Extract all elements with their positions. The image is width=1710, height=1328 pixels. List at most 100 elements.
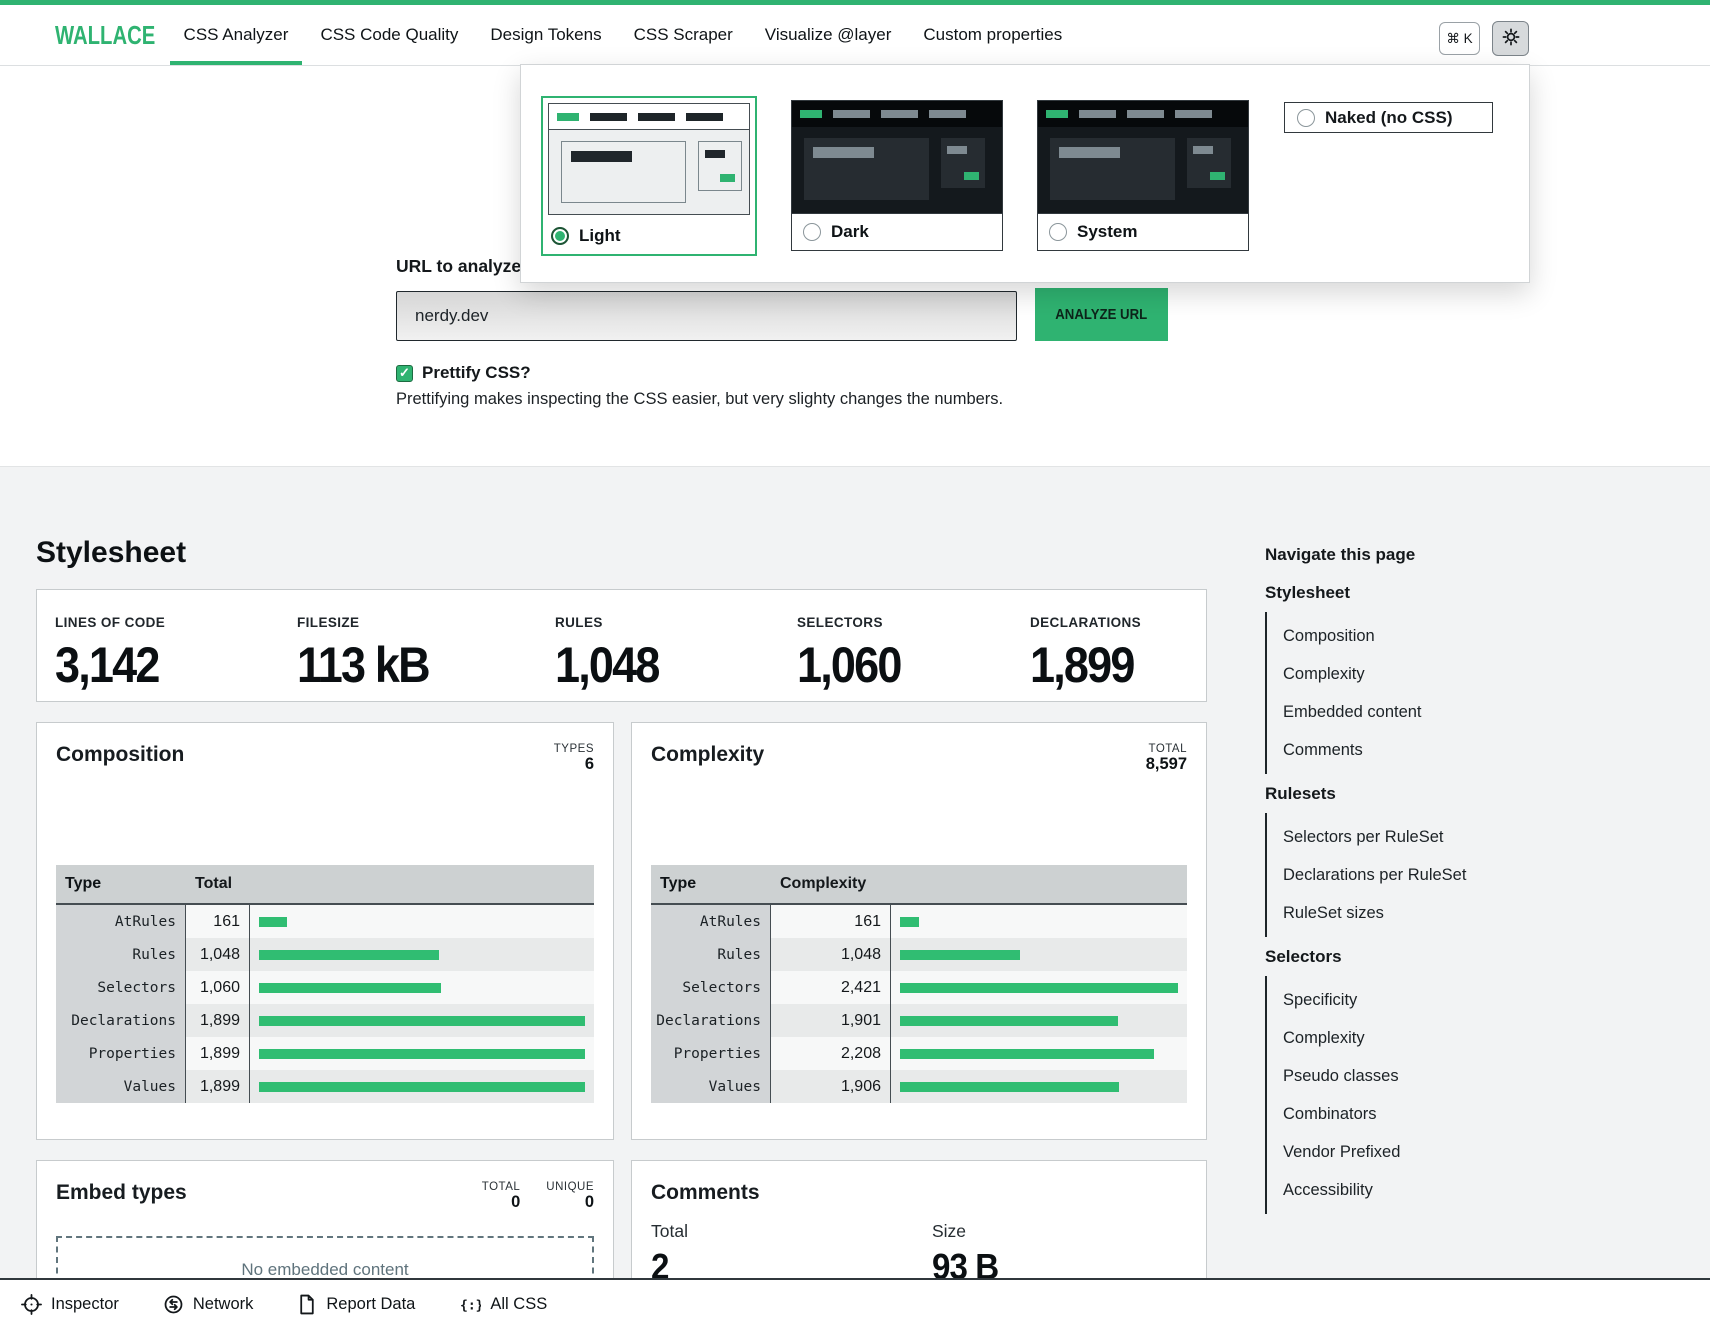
radio-naked-no-css[interactable] — [1297, 109, 1315, 127]
radio-light[interactable] — [551, 227, 569, 245]
stat-selectors: SELECTORS 1,060 — [797, 615, 912, 694]
toolbar-item-label: Report Data — [326, 1295, 415, 1314]
theme-option-label: Naked (no CSS) — [1325, 108, 1453, 128]
row-value: 1,899 — [186, 1070, 250, 1103]
topbar-actions: ⌘ K — [1439, 21, 1529, 56]
row-value: 1,048 — [771, 938, 891, 971]
page-nav-link-combinators[interactable]: Combinators — [1283, 1095, 1595, 1133]
theme-preview-light — [548, 103, 750, 215]
table-row-declarations: Declarations1,901 — [651, 1004, 1187, 1037]
url-input[interactable] — [396, 291, 1017, 341]
all-css-icon: {:} — [459, 1294, 481, 1315]
toolbar-item-report-data[interactable]: Report Data — [297, 1294, 415, 1315]
page-nav-link-accessibility[interactable]: Accessibility — [1283, 1171, 1595, 1209]
page-nav-link-declarations-per-ruleset[interactable]: Declarations per RuleSet — [1283, 856, 1595, 894]
value-bar — [259, 983, 441, 993]
page-nav-heading-rulesets: Rulesets — [1265, 784, 1595, 804]
value-bar — [259, 950, 439, 960]
stat-value: 1,048 — [555, 636, 659, 694]
page-nav-link-embedded-content[interactable]: Embedded content — [1283, 693, 1595, 731]
value-bar — [900, 950, 1020, 960]
toolbar-item-all-css[interactable]: {:} All CSS — [459, 1294, 547, 1315]
row-type: Rules — [56, 938, 186, 971]
page-nav-link-ruleset-sizes[interactable]: RuleSet sizes — [1283, 894, 1595, 932]
value-bar — [259, 1016, 585, 1026]
table-row-atrules: AtRules161 — [651, 905, 1187, 938]
nav-css-analyzer[interactable]: CSS Analyzer — [168, 5, 305, 65]
stat-value: 113 kB — [297, 636, 429, 694]
row-type: AtRules — [56, 905, 186, 938]
stat-value: 3,142 — [55, 636, 159, 694]
page-navigation: Navigate this page StylesheetComposition… — [1265, 545, 1595, 1222]
toolbar-item-inspector[interactable]: Inspector — [21, 1294, 119, 1315]
complexity-panel: Complexity TOTAL 8,597 TypeComplexityAtR… — [631, 722, 1207, 1140]
page-nav-list-stylesheet: CompositionComplexityEmbedded contentCom… — [1265, 612, 1595, 774]
table-header-row: TypeComplexity — [651, 865, 1187, 905]
stylesheet-stats: LINES OF CODE3,142FILESIZE113 kBRULES1,0… — [36, 589, 1207, 702]
value-bar — [900, 1016, 1118, 1026]
nav-visualize-layer[interactable]: Visualize @layer — [749, 5, 908, 65]
toolbar-item-label: All CSS — [490, 1295, 547, 1314]
theme-toggle-button[interactable] — [1492, 21, 1529, 56]
value-bar — [259, 917, 287, 927]
row-value: 2,208 — [771, 1037, 891, 1070]
wallace-logo[interactable]: WALLACE — [55, 5, 155, 65]
table-row-atrules: AtRules161 — [56, 905, 594, 938]
column-header-value: Complexity — [771, 865, 891, 903]
complexity-meta: TOTAL 8,597 — [1146, 743, 1187, 774]
theme-option-light[interactable]: Light — [541, 96, 757, 256]
page-nav-link-specificity[interactable]: Specificity — [1283, 981, 1595, 1019]
row-value: 161 — [186, 905, 250, 938]
page-nav-link-vendor-prefixed[interactable]: Vendor Prefixed — [1283, 1133, 1595, 1171]
nav-custom-properties[interactable]: Custom properties — [907, 5, 1078, 65]
nav-css-code-quality[interactable]: CSS Code Quality — [304, 5, 474, 65]
stat-label: RULES — [555, 615, 670, 630]
toolbar-item-network[interactable]: Network — [163, 1294, 254, 1315]
page-nav-link-composition[interactable]: Composition — [1283, 617, 1595, 655]
theme-preview-system — [1038, 101, 1248, 213]
embed-total-meta: TOTAL 0 — [482, 1181, 521, 1212]
composition-meta: TYPES 6 — [554, 743, 594, 774]
stat-value: 1,899 — [1030, 636, 1134, 694]
stat-lines-of-code: LINES OF CODE3,142 — [55, 615, 170, 694]
page-nav-list-selectors: SpecificityComplexityPseudo classesCombi… — [1265, 976, 1595, 1214]
page-nav-link-complexity[interactable]: Complexity — [1283, 655, 1595, 693]
row-type: Values — [651, 1070, 771, 1103]
value-bar — [259, 1082, 585, 1092]
page-nav-link-comments[interactable]: Comments — [1283, 731, 1595, 769]
radio-dark[interactable] — [803, 223, 821, 241]
nav-design-tokens[interactable]: Design Tokens — [474, 5, 617, 65]
stat-label: SELECTORS — [797, 615, 912, 630]
radio-system[interactable] — [1049, 223, 1067, 241]
page-nav-link-pseudo-classes[interactable]: Pseudo classes — [1283, 1057, 1595, 1095]
prettify-label: Prettify CSS? — [422, 363, 531, 383]
topbar: WALLACE CSS AnalyzerCSS Code QualityDesi… — [0, 0, 1710, 66]
complexity-title: Complexity — [651, 743, 764, 767]
prettify-checkbox[interactable]: ✓ — [396, 365, 413, 382]
theme-option-label: System — [1077, 222, 1137, 242]
sun-icon — [1501, 27, 1521, 50]
row-type: Selectors — [56, 971, 186, 1004]
theme-option-dark[interactable]: Dark — [791, 100, 1003, 251]
nav-css-scraper[interactable]: CSS Scraper — [618, 5, 749, 65]
theme-option-system[interactable]: System — [1037, 100, 1249, 251]
command-palette-button[interactable]: ⌘ K — [1439, 22, 1480, 55]
inspector-icon — [21, 1294, 42, 1315]
page-nav-heading-stylesheet: Stylesheet — [1265, 583, 1595, 603]
theme-option-naked-no-css[interactable]: Naked (no CSS) — [1284, 102, 1493, 133]
analyze-url-button[interactable]: ANALYZE URL — [1035, 288, 1168, 341]
value-bar — [900, 917, 919, 927]
main-nav: CSS AnalyzerCSS Code QualityDesign Token… — [168, 5, 1079, 65]
value-bar — [900, 1049, 1154, 1059]
toolbar-item-label: Inspector — [51, 1295, 119, 1314]
row-type: AtRules — [651, 905, 771, 938]
prettify-help-text: Prettifying makes inspecting the CSS eas… — [396, 390, 1003, 409]
wallace-app: WALLACE CSS AnalyzerCSS Code QualityDesi… — [0, 0, 1710, 1328]
page-nav-link-selectors-per-ruleset[interactable]: Selectors per RuleSet — [1283, 818, 1595, 856]
row-type: Values — [56, 1070, 186, 1103]
row-value: 1,901 — [771, 1004, 891, 1037]
stat-value: 1,060 — [797, 636, 901, 694]
prettify-row: ✓ Prettify CSS? — [396, 363, 531, 383]
page-nav-link-complexity[interactable]: Complexity — [1283, 1019, 1595, 1057]
composition-title: Composition — [56, 743, 184, 767]
